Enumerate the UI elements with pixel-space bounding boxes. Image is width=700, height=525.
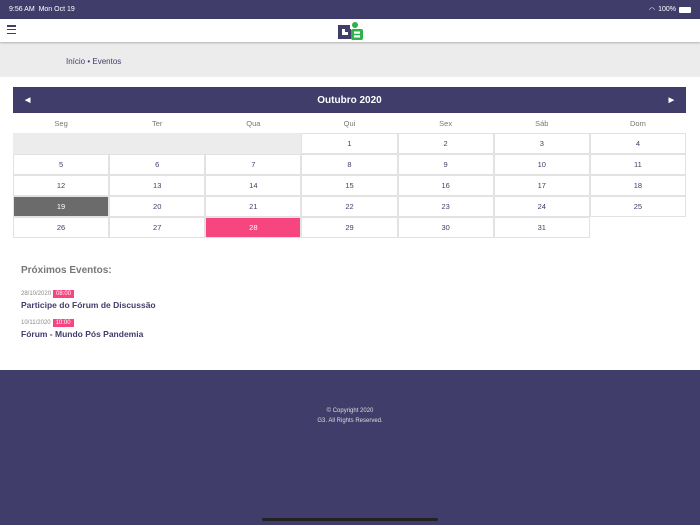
event-time-badge: 08:00 xyxy=(53,290,75,298)
weekday-header: Seg Ter Qua Qui Sex Sáb Dom xyxy=(13,113,686,133)
weekday-label: Sex xyxy=(439,118,453,128)
status-date: Mon Oct 19 xyxy=(38,6,75,13)
footer: © Copyright 2020 G3. All Rights Reserved… xyxy=(0,370,700,525)
calendar-day[interactable]: 21 xyxy=(205,196,302,217)
calendar-grid: 1 2 3 4 5 6 7 8 9 10 11 12 13 14 15 16 17 18 19 20 21 22 23 24 2… xyxy=(13,133,686,238)
weekday-label: Qua xyxy=(246,118,261,128)
calendar-day[interactable]: 17 xyxy=(493,175,590,196)
calendar-day[interactable]: 7 xyxy=(205,154,302,175)
calendar-day[interactable]: 10 xyxy=(493,154,590,175)
calendar-day[interactable]: 12 xyxy=(13,175,110,196)
calendar-day[interactable]: 4 xyxy=(589,133,686,154)
calendar-day[interactable]: 11 xyxy=(589,154,686,175)
calendar-day[interactable]: 29 xyxy=(301,217,398,238)
copyright-text: © Copyright 2020 xyxy=(326,408,374,414)
calendar-day[interactable]: 26 xyxy=(13,217,110,238)
event-title-link[interactable]: Participe do Fórum de Discussão xyxy=(21,300,156,310)
event-item: 28/10/2020 08:00 Participe do Fórum de Di… xyxy=(21,290,156,310)
status-bar: 9:56 AM Mon Oct 19 ◠ 100% xyxy=(0,0,700,19)
calendar-day[interactable]: 16 xyxy=(397,175,494,196)
weekday-label: Ter xyxy=(152,118,163,128)
event-date: 10/11/2020 xyxy=(21,320,51,326)
calendar-day[interactable]: 20 xyxy=(109,196,206,217)
battery-icon xyxy=(679,6,691,13)
top-nav xyxy=(0,19,700,42)
events-heading: Próximos Eventos: xyxy=(21,265,112,276)
calendar-day[interactable]: 23 xyxy=(397,196,494,217)
empty-cell xyxy=(13,133,302,154)
calendar-day[interactable]: 24 xyxy=(493,196,590,217)
upcoming-events: Próximos Eventos: 28/10/2020 08:00 Partic… xyxy=(21,265,156,348)
calendar-day[interactable]: 25 xyxy=(589,196,686,217)
weekday-label: Qui xyxy=(343,118,356,128)
calendar-day[interactable]: 22 xyxy=(301,196,398,217)
calendar-day[interactable]: 2 xyxy=(397,133,494,154)
today-day[interactable]: 19 xyxy=(13,196,110,217)
event-date: 28/10/2020 xyxy=(21,291,52,297)
next-month-button[interactable]: ▶ xyxy=(669,96,674,104)
hamburger-menu-icon[interactable] xyxy=(7,25,16,34)
weekday-label: Sáb xyxy=(535,118,549,128)
selected-day[interactable]: 28 xyxy=(205,217,302,238)
calendar-title: Outubro 2020 xyxy=(317,94,382,106)
event-time-badge: 10:00 xyxy=(52,319,74,327)
home-indicator xyxy=(262,518,438,521)
calendar-day[interactable]: 30 xyxy=(397,217,494,238)
breadcrumb: Início • Eventos xyxy=(0,42,700,77)
calendar-day[interactable]: 3 xyxy=(493,133,590,154)
calendar-day[interactable]: 8 xyxy=(301,154,398,175)
calendar-header: ◀ Outubro 2020 ▶ xyxy=(13,87,686,113)
event-item: 10/11/2020 10:00 Fórum - Mundo Pós Pandem… xyxy=(21,319,156,339)
prev-month-button[interactable]: ◀ xyxy=(25,96,30,104)
breadcrumb-home-link[interactable]: Início xyxy=(66,57,85,66)
breadcrumb-current: Eventos xyxy=(92,57,122,66)
calendar-day[interactable]: 6 xyxy=(109,154,206,175)
calendar-day[interactable]: 13 xyxy=(109,175,206,196)
weekday-label: Dom xyxy=(630,118,646,128)
calendar: ◀ Outubro 2020 ▶ Seg Ter Qua Qui Sex Sáb Dom 1… xyxy=(13,87,686,238)
weekday-label: Seg xyxy=(54,118,68,128)
calendar-day[interactable]: 27 xyxy=(109,217,206,238)
battery-percent: 100% xyxy=(658,6,676,13)
rights-text: G3. All Rights Reserved. xyxy=(317,417,383,424)
status-time: 9:56 AM xyxy=(9,6,35,13)
calendar-day[interactable]: 18 xyxy=(589,175,686,196)
calendar-day[interactable]: 1 xyxy=(301,133,398,154)
wifi-icon: ◠ xyxy=(648,6,656,14)
event-title-link[interactable]: Fórum - Mundo Pós Pandemia xyxy=(21,329,156,339)
calendar-day[interactable]: 14 xyxy=(205,175,302,196)
calendar-day[interactable]: 9 xyxy=(397,154,494,175)
calendar-day[interactable]: 5 xyxy=(13,154,110,175)
g3-logo[interactable] xyxy=(336,21,364,40)
calendar-day[interactable]: 31 xyxy=(493,217,590,238)
calendar-day[interactable]: 15 xyxy=(301,175,398,196)
blank-cell xyxy=(590,217,686,238)
